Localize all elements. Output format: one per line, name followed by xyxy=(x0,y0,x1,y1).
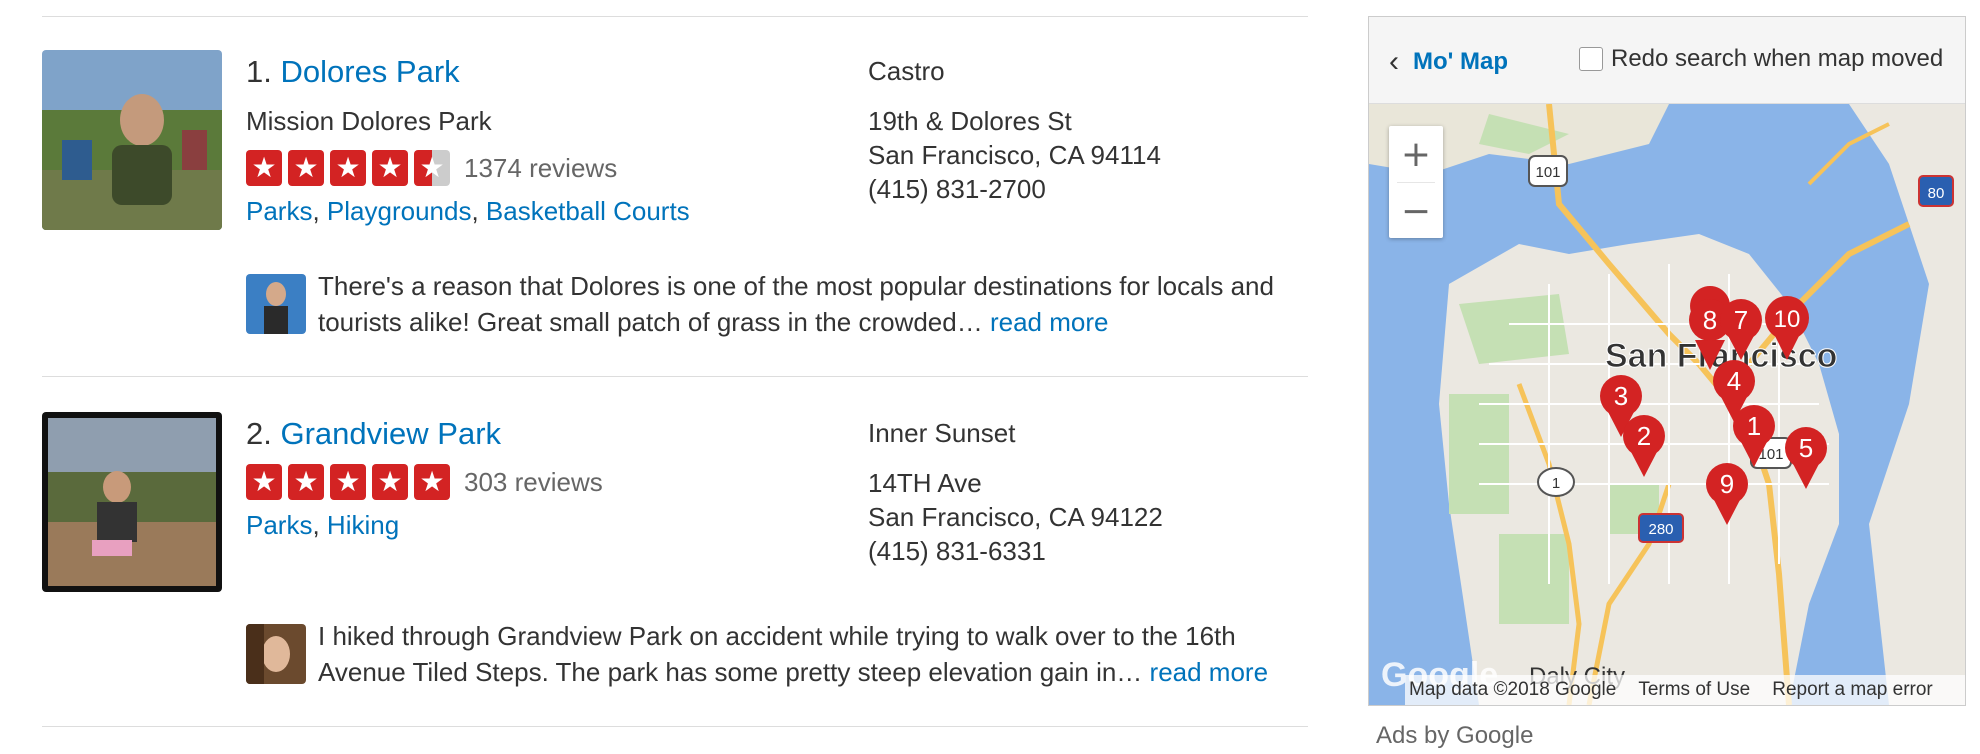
svg-text:2: 2 xyxy=(1637,421,1651,451)
result-title: 2. Grandview Park xyxy=(246,416,501,452)
map-attribution: Map data ©2018 Google Terms of Use Repor… xyxy=(1405,675,1965,705)
star-icon: ★ xyxy=(246,150,282,186)
category-link[interactable]: Playgrounds xyxy=(327,196,472,226)
mo-map-link[interactable]: ‹ Mo' Map xyxy=(1389,45,1508,79)
star-rating: ★ ★ ★ ★ ★ 303 reviews xyxy=(246,464,603,500)
star-icon: ★ xyxy=(288,464,324,500)
city-address: San Francisco, CA 94122 xyxy=(868,502,1163,532)
svg-text:10: 10 xyxy=(1774,306,1801,333)
neighborhood: Inner Sunset xyxy=(868,418,1016,448)
zoom-control: + − xyxy=(1389,126,1443,238)
zoom-in-button[interactable]: + xyxy=(1389,126,1443,182)
search-result-2: 2. Grandview Park ★ ★ ★ ★ ★ 303 reviews … xyxy=(42,412,1308,712)
reviewer-avatar[interactable] xyxy=(246,624,306,684)
svg-text:1: 1 xyxy=(1552,475,1560,492)
highway-shield: 101 xyxy=(1528,155,1568,187)
neighborhood: Castro xyxy=(868,56,945,86)
result-photo[interactable] xyxy=(42,412,222,592)
highway-shield: 1 xyxy=(1537,467,1575,497)
half-star-icon: ★ xyxy=(414,150,450,186)
category-link[interactable]: Basketball Courts xyxy=(486,196,690,226)
zoom-out-button[interactable]: − xyxy=(1389,183,1443,239)
svg-text:4: 4 xyxy=(1727,366,1741,396)
category-link[interactable]: Parks xyxy=(246,510,312,540)
category-list: Parks, Playgrounds, Basketball Courts xyxy=(246,196,690,226)
category-link[interactable]: Hiking xyxy=(327,510,399,540)
result-divider xyxy=(42,726,1308,727)
city-address: San Francisco, CA 94114 xyxy=(868,140,1161,170)
map-panel: ‹ Mo' Map Redo search when map moved 101… xyxy=(1368,16,1966,706)
svg-text:3: 3 xyxy=(1614,381,1628,411)
svg-text:9: 9 xyxy=(1720,469,1734,499)
result-title: 1. Dolores Park xyxy=(246,54,460,90)
review-count: 1374 reviews xyxy=(464,152,618,183)
chevron-left-icon: ‹ xyxy=(1389,45,1399,78)
svg-text:80: 80 xyxy=(1928,185,1945,202)
result-name-link[interactable]: Dolores Park xyxy=(280,54,459,89)
map-graphic[interactable]: 101 80 1 101 280 San Francisco Daly City… xyxy=(1369,104,1965,705)
svg-text:1: 1 xyxy=(1747,411,1761,441)
address-block: Castro 19th & Dolores St San Francisco, … xyxy=(868,54,1161,206)
street-address: 19th & Dolores St xyxy=(868,106,1072,136)
highway-shield: 80 xyxy=(1918,175,1954,207)
result-name-link[interactable]: Grandview Park xyxy=(280,416,501,451)
read-more-link[interactable]: read more xyxy=(1150,657,1269,687)
phone-number: (415) 831-2700 xyxy=(868,174,1046,204)
snippet-text: There's a reason that Dolores is one of … xyxy=(318,271,1274,337)
report-map-error-link[interactable]: Report a map error xyxy=(1772,679,1933,701)
svg-text:5: 5 xyxy=(1799,433,1813,463)
result-photo[interactable] xyxy=(42,50,222,230)
redo-search-checkbox[interactable] xyxy=(1579,47,1603,71)
street-address: 14TH Ave xyxy=(868,468,982,498)
svg-text:7: 7 xyxy=(1734,305,1748,335)
category-list: Parks, Hiking xyxy=(246,510,400,540)
reviewer-avatar[interactable] xyxy=(246,274,306,334)
star-icon: ★ xyxy=(246,464,282,500)
star-icon: ★ xyxy=(288,150,324,186)
star-icon: ★ xyxy=(372,464,408,500)
result-divider xyxy=(42,376,1308,377)
map-data-credit: Map data ©2018 Google xyxy=(1409,679,1617,700)
review-count: 303 reviews xyxy=(464,466,603,497)
star-icon: ★ xyxy=(330,150,366,186)
phone-number: (415) 831-6331 xyxy=(868,536,1046,566)
read-more-link[interactable]: read more xyxy=(990,307,1109,337)
ads-by-google-label: Ads by Google xyxy=(1376,722,1534,749)
star-rating: ★ ★ ★ ★ ★ 1374 reviews xyxy=(246,150,617,186)
snippet-text: I hiked through Grandview Park on accide… xyxy=(318,621,1269,687)
star-icon: ★ xyxy=(372,150,408,186)
address-block: Inner Sunset 14TH Ave San Francisco, CA … xyxy=(868,416,1163,568)
highway-shield: 280 xyxy=(1638,513,1684,543)
svg-text:101: 101 xyxy=(1535,164,1560,181)
result-subtitle: Mission Dolores Park xyxy=(246,106,492,136)
svg-text:280: 280 xyxy=(1648,521,1673,538)
map-canvas[interactable]: 101 80 1 101 280 San Francisco Daly City… xyxy=(1369,104,1965,705)
star-icon: ★ xyxy=(330,464,366,500)
star-icon: ★ xyxy=(414,464,450,500)
redo-search-toggle[interactable]: Redo search when map moved xyxy=(1579,45,1943,73)
map-header: ‹ Mo' Map Redo search when map moved xyxy=(1369,17,1965,104)
result-number: 2. xyxy=(246,416,272,451)
category-link[interactable]: Parks xyxy=(246,196,312,226)
terms-of-use-link[interactable]: Terms of Use xyxy=(1638,679,1750,701)
search-result-1: 1. Dolores Park Mission Dolores Park ★ ★… xyxy=(42,50,1308,350)
top-divider xyxy=(42,16,1308,17)
svg-text:8: 8 xyxy=(1703,305,1717,335)
result-number: 1. xyxy=(246,54,272,89)
